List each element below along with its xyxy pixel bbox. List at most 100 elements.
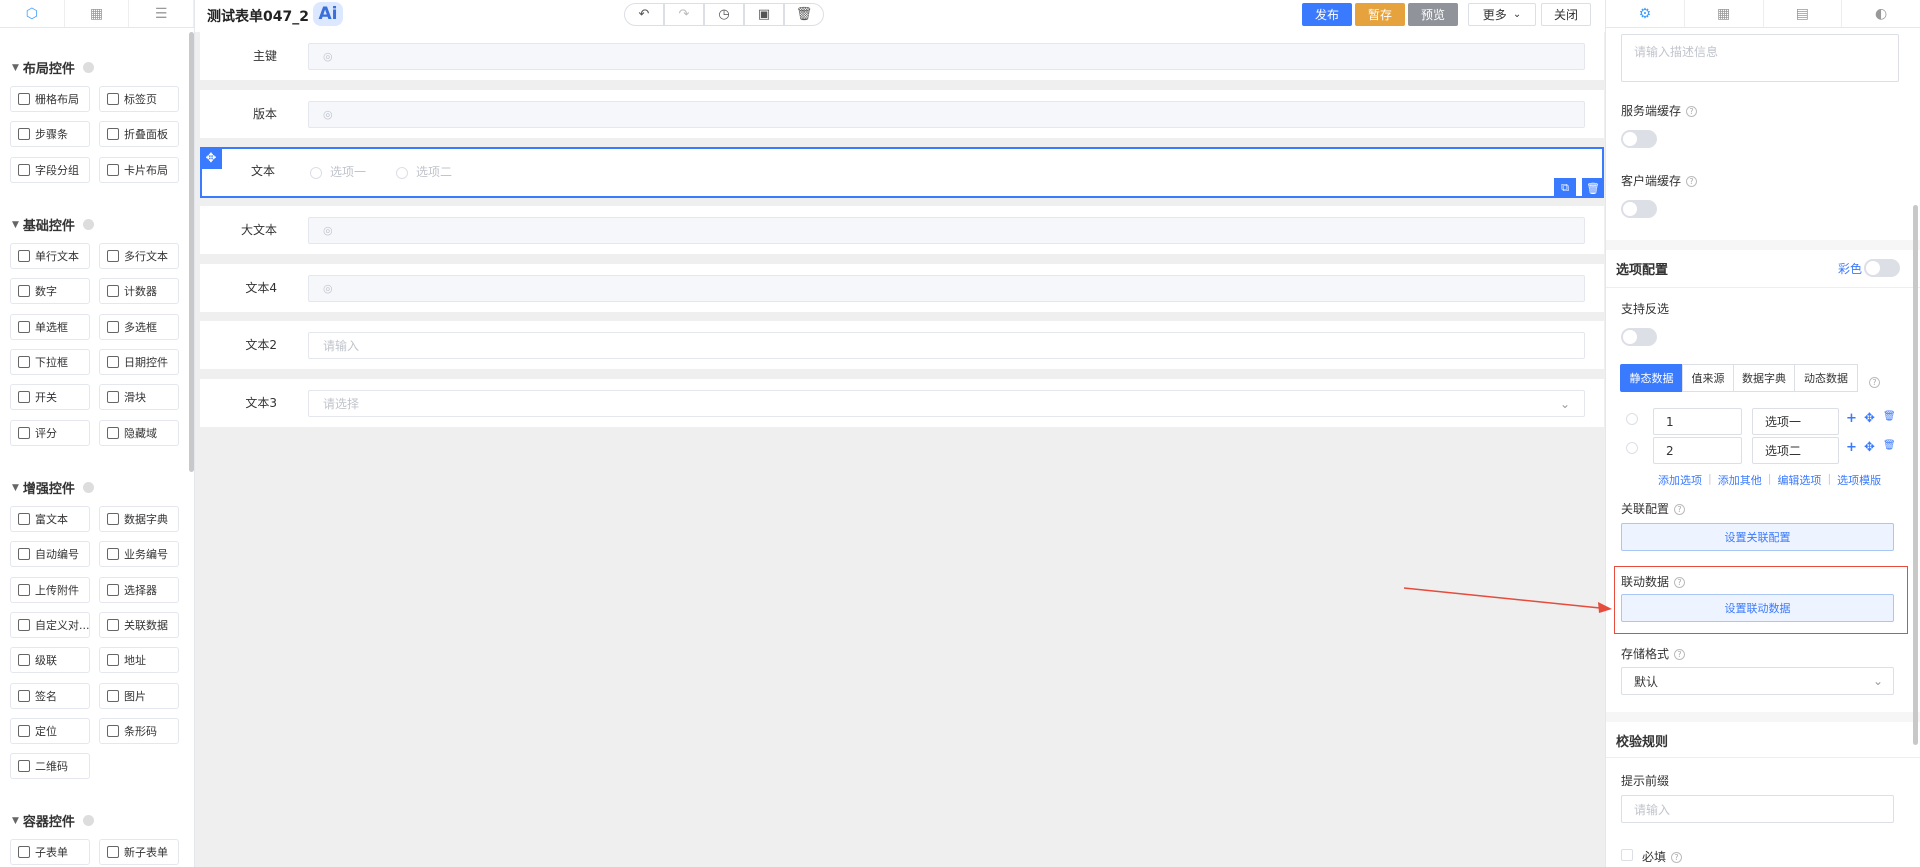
component-item[interactable]: 隐藏域 bbox=[99, 419, 179, 446]
component-item[interactable]: 业务编号 bbox=[99, 541, 179, 568]
component-item[interactable]: 多选框 bbox=[99, 313, 179, 340]
delete-icon[interactable]: 🗑 bbox=[1883, 411, 1896, 422]
add-icon[interactable]: + bbox=[1846, 440, 1857, 455]
save-draft-button[interactable]: 暂存 bbox=[1355, 3, 1405, 26]
option-link[interactable]: 选项模版 bbox=[1837, 472, 1881, 488]
form-field-row[interactable]: 版本 ◎ bbox=[200, 89, 1604, 138]
component-item[interactable]: 开关 bbox=[10, 384, 90, 411]
redo-button[interactable]: ↷ bbox=[664, 3, 704, 26]
right-scrollbar[interactable] bbox=[1913, 205, 1918, 745]
data-source-tab[interactable]: 值来源 bbox=[1682, 364, 1734, 392]
add-icon[interactable]: + bbox=[1846, 411, 1857, 426]
option-link[interactable]: 添加其他 bbox=[1718, 472, 1762, 488]
set-linkage-data-button[interactable]: 设置联动数据 bbox=[1621, 594, 1894, 622]
copy-icon[interactable]: ⧉ bbox=[1554, 178, 1576, 199]
delete-icon[interactable]: 🗑 bbox=[1582, 178, 1604, 199]
delete-icon[interactable]: 🗑 bbox=[1883, 440, 1896, 451]
field-input[interactable]: ◎ bbox=[308, 43, 1585, 70]
component-item[interactable]: 栅格布局 bbox=[10, 86, 90, 112]
clear-button[interactable]: 🗑 bbox=[784, 3, 824, 26]
field-input[interactable]: ◎ bbox=[308, 217, 1585, 245]
component-item[interactable]: 滑块 bbox=[99, 384, 179, 411]
support-unselect-switch[interactable] bbox=[1621, 328, 1657, 346]
set-relation-config-button[interactable]: 设置关联配置 bbox=[1621, 523, 1894, 551]
templates-tab[interactable]: ▦ bbox=[65, 0, 130, 27]
ai-assistant-button[interactable]: Ai bbox=[313, 2, 343, 26]
preview-button[interactable]: 预览 bbox=[1408, 3, 1458, 26]
data-source-tab[interactable]: 静态数据 bbox=[1620, 364, 1683, 392]
field-input[interactable]: 请选择 ⌄ bbox=[308, 390, 1585, 417]
publish-button[interactable]: 发布 bbox=[1302, 3, 1352, 26]
form-field-row[interactable]: 文本 选项一 选项二 ✥ ⧉ 🗑 bbox=[200, 147, 1604, 199]
move-icon[interactable]: ✥ bbox=[200, 147, 222, 170]
required-checkbox[interactable] bbox=[1621, 849, 1633, 861]
data-source-tab[interactable]: 动态数据 bbox=[1794, 364, 1858, 392]
component-item[interactable]: 单选框 bbox=[10, 313, 90, 340]
colorful-switch[interactable] bbox=[1864, 259, 1900, 277]
undo-button[interactable]: ↶ bbox=[624, 3, 664, 26]
drag-icon[interactable]: ✥ bbox=[1864, 411, 1875, 426]
component-item[interactable]: 标签页 bbox=[99, 86, 179, 112]
component-item[interactable]: 折叠面板 bbox=[99, 121, 179, 148]
option-label-input[interactable]: 选项一 bbox=[1752, 408, 1839, 435]
more-dropdown[interactable]: 更多 ⌄ bbox=[1468, 3, 1536, 26]
component-item[interactable]: 数据字典 bbox=[99, 506, 179, 532]
component-item[interactable]: 计数器 bbox=[99, 278, 179, 305]
component-item[interactable]: 自定义对... bbox=[10, 611, 90, 638]
clipboard-button[interactable]: ▣ bbox=[744, 3, 784, 26]
component-item[interactable]: 新子表单 bbox=[99, 839, 179, 865]
radio-option[interactable]: 选项一 bbox=[310, 163, 366, 180]
layout-settings-tab[interactable]: ▤ bbox=[1764, 0, 1843, 27]
client-cache-switch[interactable] bbox=[1621, 200, 1657, 218]
theme-settings-tab[interactable]: ◐ bbox=[1842, 0, 1920, 27]
component-item[interactable]: 单行文本 bbox=[10, 243, 90, 269]
components-tab[interactable]: ⬡ bbox=[0, 0, 65, 27]
component-item[interactable]: 选择器 bbox=[99, 576, 179, 603]
datasource-tab[interactable]: ☰ bbox=[129, 0, 194, 27]
prefix-input[interactable]: 请输入 bbox=[1621, 795, 1894, 823]
form-settings-tab[interactable]: ▦ bbox=[1685, 0, 1764, 27]
component-item[interactable]: 自动编号 bbox=[10, 541, 90, 568]
component-item[interactable]: 步骤条 bbox=[10, 121, 90, 148]
component-item[interactable]: 图片 bbox=[99, 682, 179, 709]
component-group-header[interactable]: ▼ 布局控件 bbox=[12, 58, 94, 77]
component-item[interactable]: 日期控件 bbox=[99, 348, 179, 375]
close-button[interactable]: 关闭 bbox=[1541, 3, 1591, 26]
component-item[interactable]: 多行文本 bbox=[99, 243, 179, 269]
component-item[interactable]: 地址 bbox=[99, 647, 179, 674]
form-field-row[interactable]: 文本3 请选择 ⌄ bbox=[200, 379, 1604, 427]
field-input[interactable]: ◎ bbox=[308, 274, 1585, 302]
description-textarea[interactable]: 请输入描述信息 bbox=[1621, 34, 1899, 82]
form-field-row[interactable]: 文本2 请输入 bbox=[200, 321, 1604, 370]
component-item[interactable]: 富文本 bbox=[10, 506, 90, 532]
component-item[interactable]: 数字 bbox=[10, 278, 90, 305]
drag-icon[interactable]: ✥ bbox=[1864, 440, 1875, 455]
history-button[interactable]: ◷ bbox=[704, 3, 744, 26]
component-item[interactable]: 下拉框 bbox=[10, 348, 90, 375]
server-cache-switch[interactable] bbox=[1621, 130, 1657, 148]
component-item[interactable]: 上传附件 bbox=[10, 576, 90, 603]
component-item[interactable]: 级联 bbox=[10, 647, 90, 674]
component-item[interactable]: 二维码 bbox=[10, 753, 90, 780]
data-source-tab[interactable]: 数据字典 bbox=[1733, 364, 1795, 392]
option-link[interactable]: 编辑选项 bbox=[1777, 472, 1821, 488]
option-value-input[interactable]: 1 bbox=[1653, 408, 1742, 435]
storage-format-select[interactable]: 默认 ⌄ bbox=[1621, 667, 1894, 695]
radio-option[interactable]: 选项二 bbox=[396, 163, 452, 180]
component-item[interactable]: 子表单 bbox=[10, 839, 90, 865]
component-item[interactable]: 条形码 bbox=[99, 717, 179, 744]
field-input[interactable]: ◎ bbox=[308, 100, 1585, 128]
component-item[interactable]: 定位 bbox=[10, 717, 90, 744]
field-settings-tab[interactable]: ⚙ bbox=[1606, 0, 1685, 27]
component-item[interactable]: 卡片布局 bbox=[99, 156, 179, 183]
component-item[interactable]: 关联数据 bbox=[99, 611, 179, 638]
default-option-radio[interactable] bbox=[1626, 442, 1638, 454]
component-item[interactable]: 字段分组 bbox=[10, 156, 90, 183]
form-field-row[interactable]: 文本4 ◎ bbox=[200, 263, 1604, 312]
option-label-input[interactable]: 选项二 bbox=[1752, 437, 1839, 464]
default-option-radio[interactable] bbox=[1626, 413, 1638, 425]
option-link[interactable]: 添加选项 bbox=[1658, 472, 1702, 488]
component-item[interactable]: 评分 bbox=[10, 419, 90, 446]
option-value-input[interactable]: 2 bbox=[1653, 437, 1742, 464]
component-item[interactable]: 签名 bbox=[10, 682, 90, 709]
